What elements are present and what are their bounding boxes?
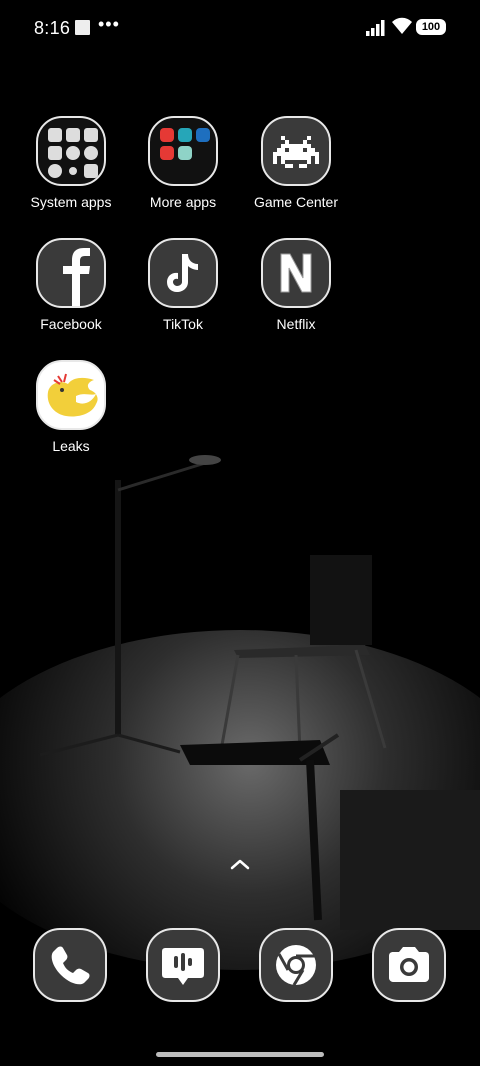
app-label: More apps — [149, 194, 217, 210]
music-note-icon — [148, 238, 218, 308]
app-system-apps[interactable]: System apps — [15, 116, 127, 210]
camera-icon — [372, 928, 446, 1002]
app-label: Facebook — [40, 316, 102, 332]
netflix-n-icon — [261, 238, 331, 308]
app-label: TikTok — [163, 316, 203, 332]
app-label: Game Center — [253, 194, 339, 210]
folder-icon — [36, 116, 106, 186]
app-label: System apps — [30, 194, 112, 210]
app-netflix[interactable]: Netflix — [240, 238, 352, 332]
wifi-icon — [392, 17, 412, 34]
status-bar: 8:16 ••• 100 — [0, 0, 480, 56]
cell-signal-icon — [366, 20, 385, 36]
app-label: Netflix — [276, 316, 316, 332]
yellow-bird-icon — [36, 360, 106, 430]
app-tiktok[interactable]: TikTok — [127, 238, 239, 332]
dock-messages[interactable] — [146, 928, 220, 1002]
more-notifications-icon: ••• — [98, 14, 120, 34]
app-game-center[interactable]: Game Center — [240, 116, 352, 210]
message-icon — [146, 928, 220, 1002]
app-more-apps[interactable]: More apps — [127, 116, 239, 210]
notification-icon — [75, 20, 90, 35]
home-indicator[interactable] — [156, 1052, 324, 1057]
dock-camera[interactable] — [372, 928, 446, 1002]
folder-icon — [148, 116, 218, 186]
battery-indicator: 100 — [416, 19, 446, 35]
dock-chrome[interactable] — [259, 928, 333, 1002]
phone-icon — [33, 928, 107, 1002]
dock-phone[interactable] — [33, 928, 107, 1002]
app-drawer-chevron-icon[interactable] — [228, 856, 252, 872]
app-label: Leaks — [52, 438, 90, 454]
facebook-icon — [36, 238, 106, 308]
app-leaks[interactable]: Leaks — [15, 360, 127, 454]
space-invader-icon — [261, 116, 331, 186]
chrome-icon — [259, 928, 333, 1002]
app-facebook[interactable]: Facebook — [15, 238, 127, 332]
status-time: 8:16 — [34, 18, 71, 38]
